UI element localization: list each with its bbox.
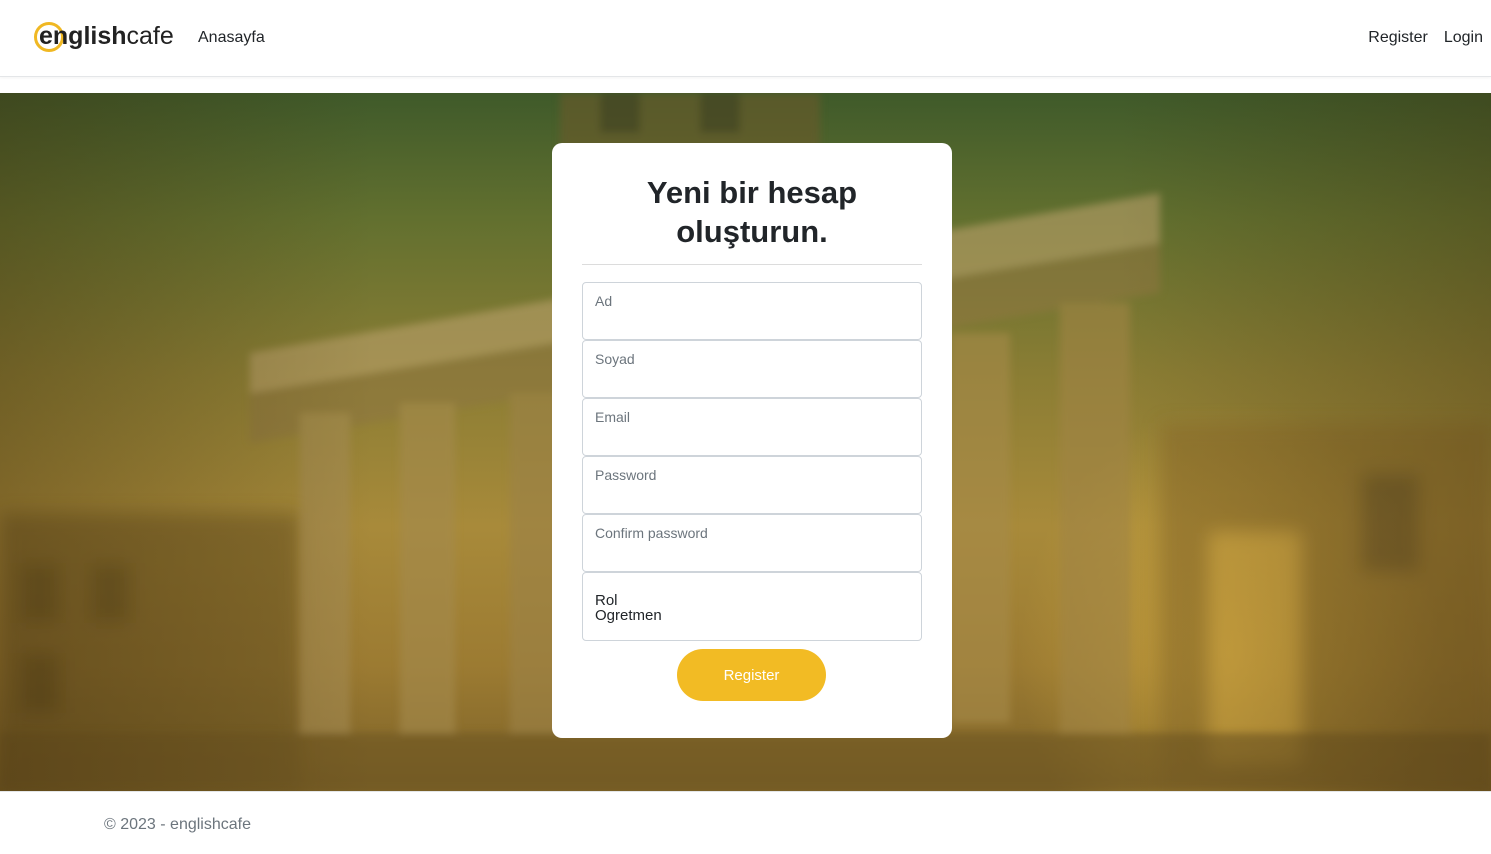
register-title-line-1: Yeni bir hesap: [646, 175, 858, 210]
register-title-line-2: oluşturun.: [676, 214, 828, 249]
nav-auth-links: Register Login: [1368, 29, 1483, 47]
nav-link-home[interactable]: Anasayfa: [198, 29, 265, 47]
brand-logo-link[interactable]: englishcafe: [34, 18, 174, 58]
register-title: Yeni bir hesap oluşturun.: [582, 173, 922, 251]
title-divider: [582, 264, 922, 265]
nav-link-register[interactable]: Register: [1368, 29, 1428, 47]
register-button[interactable]: Register: [677, 649, 826, 701]
role-selected-value: Ogretmen: [595, 607, 662, 624]
last-name-field[interactable]: Soyad: [582, 340, 922, 398]
first-name-label: Ad: [595, 293, 613, 309]
nav-link-login[interactable]: Login: [1444, 29, 1483, 47]
role-label: Rol: [595, 592, 618, 609]
role-select[interactable]: Rol Ogretmen: [582, 572, 922, 641]
brand-wordmark: englishcafe: [39, 21, 174, 51]
top-navbar: englishcafe Anasayfa Register Login: [0, 0, 1491, 77]
brand-name-bold: english: [39, 22, 127, 50]
email-field[interactable]: Email: [582, 398, 922, 456]
confirm-password-field[interactable]: Confirm password: [582, 514, 922, 572]
brand-name-light: cafe: [126, 22, 174, 50]
first-name-field[interactable]: Ad: [582, 282, 922, 340]
last-name-label: Soyad: [595, 351, 635, 367]
footer-copyright: © 2023 - englishcafe: [104, 816, 251, 833]
brand-logo: englishcafe: [34, 18, 174, 58]
page-footer: © 2023 - englishcafe: [0, 791, 1491, 854]
password-field[interactable]: Password: [582, 456, 922, 514]
register-card: Yeni bir hesap oluşturun. Ad Soyad Email…: [552, 143, 952, 738]
email-label: Email: [595, 409, 631, 425]
confirm-password-label: Confirm password: [595, 525, 708, 541]
password-label: Password: [595, 467, 657, 483]
